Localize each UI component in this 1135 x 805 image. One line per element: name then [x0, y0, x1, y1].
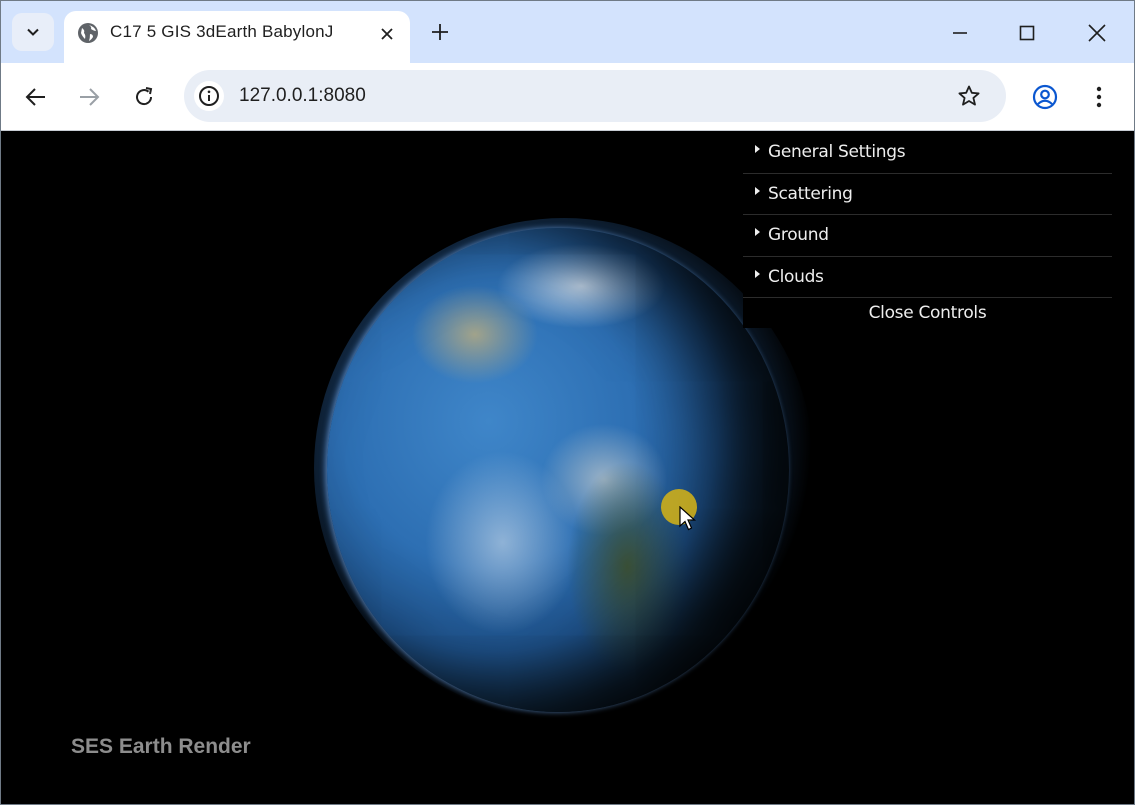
address-bar[interactable]: 127.0.0.1:8080 [184, 70, 1006, 122]
menu-button[interactable] [1079, 77, 1119, 117]
account-icon [1032, 84, 1058, 110]
close-icon [381, 28, 393, 40]
new-tab-button[interactable] [425, 17, 455, 47]
forward-button[interactable] [69, 77, 109, 117]
earth-globe[interactable] [327, 228, 789, 712]
site-info-button[interactable] [194, 81, 224, 111]
minimize-icon [953, 32, 967, 34]
tab-strip: C17 5 GIS 3dEarth BabylonJ [1, 1, 1134, 63]
folder-label: Clouds [768, 266, 824, 287]
folder-clouds[interactable]: Clouds [743, 257, 1112, 298]
url-text[interactable]: 127.0.0.1:8080 [239, 85, 366, 107]
tab-close-button[interactable] [374, 21, 400, 47]
folder-label: General Settings [768, 142, 906, 163]
profile-button[interactable] [1025, 77, 1065, 117]
active-tab[interactable]: C17 5 GIS 3dEarth BabylonJ [64, 11, 410, 63]
caret-right-icon [755, 145, 760, 154]
browser-window: C17 5 GIS 3dEarth BabylonJ 127.0.0.1:808… [0, 0, 1135, 805]
close-controls-button[interactable]: Close Controls [743, 298, 1112, 328]
arrow-left-icon [25, 88, 45, 106]
maximize-button[interactable] [1007, 13, 1047, 53]
tab-title: C17 5 GIS 3dEarth BabylonJ [110, 22, 334, 41]
arrow-right-icon [80, 88, 100, 106]
info-icon [199, 86, 219, 106]
star-icon [958, 85, 980, 106]
folder-label: Scattering [768, 183, 853, 204]
maximize-icon [1019, 25, 1035, 41]
back-button[interactable] [16, 77, 56, 117]
globe-icon [78, 23, 98, 43]
tab-search-button[interactable] [12, 13, 54, 51]
page-content: SES Earth Render General Settings Scatte… [2, 132, 1133, 802]
more-vertical-icon [1096, 86, 1102, 108]
caret-right-icon [755, 269, 760, 278]
folder-general-settings[interactable]: General Settings [743, 132, 1112, 174]
window-close-button[interactable] [1077, 13, 1117, 53]
folder-ground[interactable]: Ground [743, 215, 1112, 257]
controls-panel: General Settings Scattering Ground Cloud… [743, 132, 1112, 328]
caret-right-icon [755, 228, 760, 237]
caret-right-icon [755, 186, 760, 195]
close-icon [1088, 24, 1106, 42]
folder-label: Ground [768, 225, 829, 246]
brand-label: SES Earth Render [71, 735, 251, 758]
browser-toolbar: 127.0.0.1:8080 [1, 63, 1134, 131]
plus-icon [432, 24, 448, 40]
reload-button[interactable] [124, 77, 164, 117]
reload-icon [136, 87, 153, 106]
chevron-down-icon [27, 28, 39, 36]
folder-scattering[interactable]: Scattering [743, 174, 1112, 215]
bookmark-button[interactable] [954, 81, 984, 111]
mouse-pointer-icon [679, 506, 697, 531]
minimize-button[interactable] [940, 13, 980, 53]
